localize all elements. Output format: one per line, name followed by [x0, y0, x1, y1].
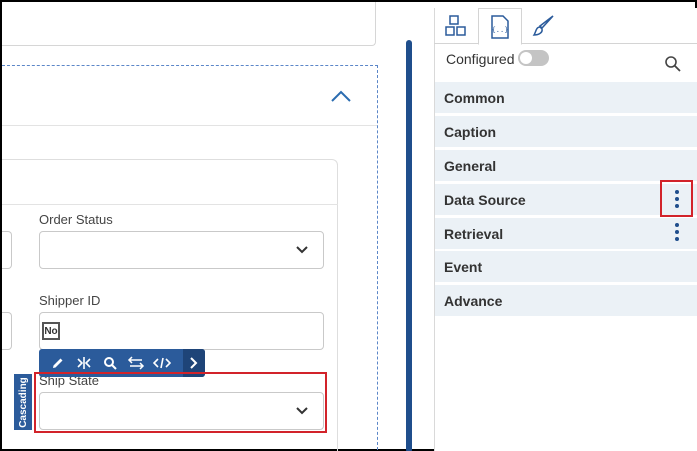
configured-toggle[interactable] — [518, 50, 549, 66]
json-icon: {..} — [491, 14, 509, 39]
section-divider — [2, 125, 377, 126]
panel-tab-strip: {..} — [434, 8, 697, 45]
components-icon — [445, 15, 466, 36]
top-input-box — [2, 2, 376, 46]
highlight-box-data-source-menu — [660, 180, 693, 217]
cascading-tag: Cascading — [14, 374, 32, 430]
no-value-badge: No — [42, 322, 60, 340]
brush-icon — [532, 15, 554, 36]
collapse-chevron-icon[interactable] — [329, 86, 353, 106]
tab-style[interactable] — [522, 8, 566, 44]
order-status-label: Order Status — [39, 212, 113, 227]
retrieval-menu-icon[interactable] — [672, 221, 682, 243]
order-status-dropdown[interactable] — [39, 231, 324, 269]
highlight-box-ship-state — [34, 372, 327, 433]
section-retrieval[interactable]: Retrieval — [435, 218, 697, 249]
chevron-down-icon — [296, 246, 308, 254]
left-field-stub — [2, 312, 12, 350]
left-field-stub — [2, 231, 12, 269]
tab-json[interactable]: {..} — [478, 8, 522, 45]
tab-components[interactable] — [434, 8, 478, 44]
section-data-source[interactable]: Data Source — [435, 184, 697, 215]
form-card-divider — [2, 204, 338, 205]
section-general[interactable]: General — [435, 150, 697, 181]
section-advance[interactable]: Advance — [435, 285, 697, 316]
section-event[interactable]: Event — [435, 251, 697, 282]
configured-label: Configured — [446, 51, 515, 67]
panel-splitter[interactable] — [406, 40, 412, 451]
shipper-id-label: Shipper ID — [39, 293, 101, 308]
shipper-id-field[interactable] — [39, 312, 324, 350]
svg-text:{..}: {..} — [492, 26, 509, 34]
section-caption[interactable]: Caption — [435, 116, 697, 147]
section-common[interactable]: Common — [435, 82, 697, 113]
search-icon[interactable] — [664, 55, 682, 73]
